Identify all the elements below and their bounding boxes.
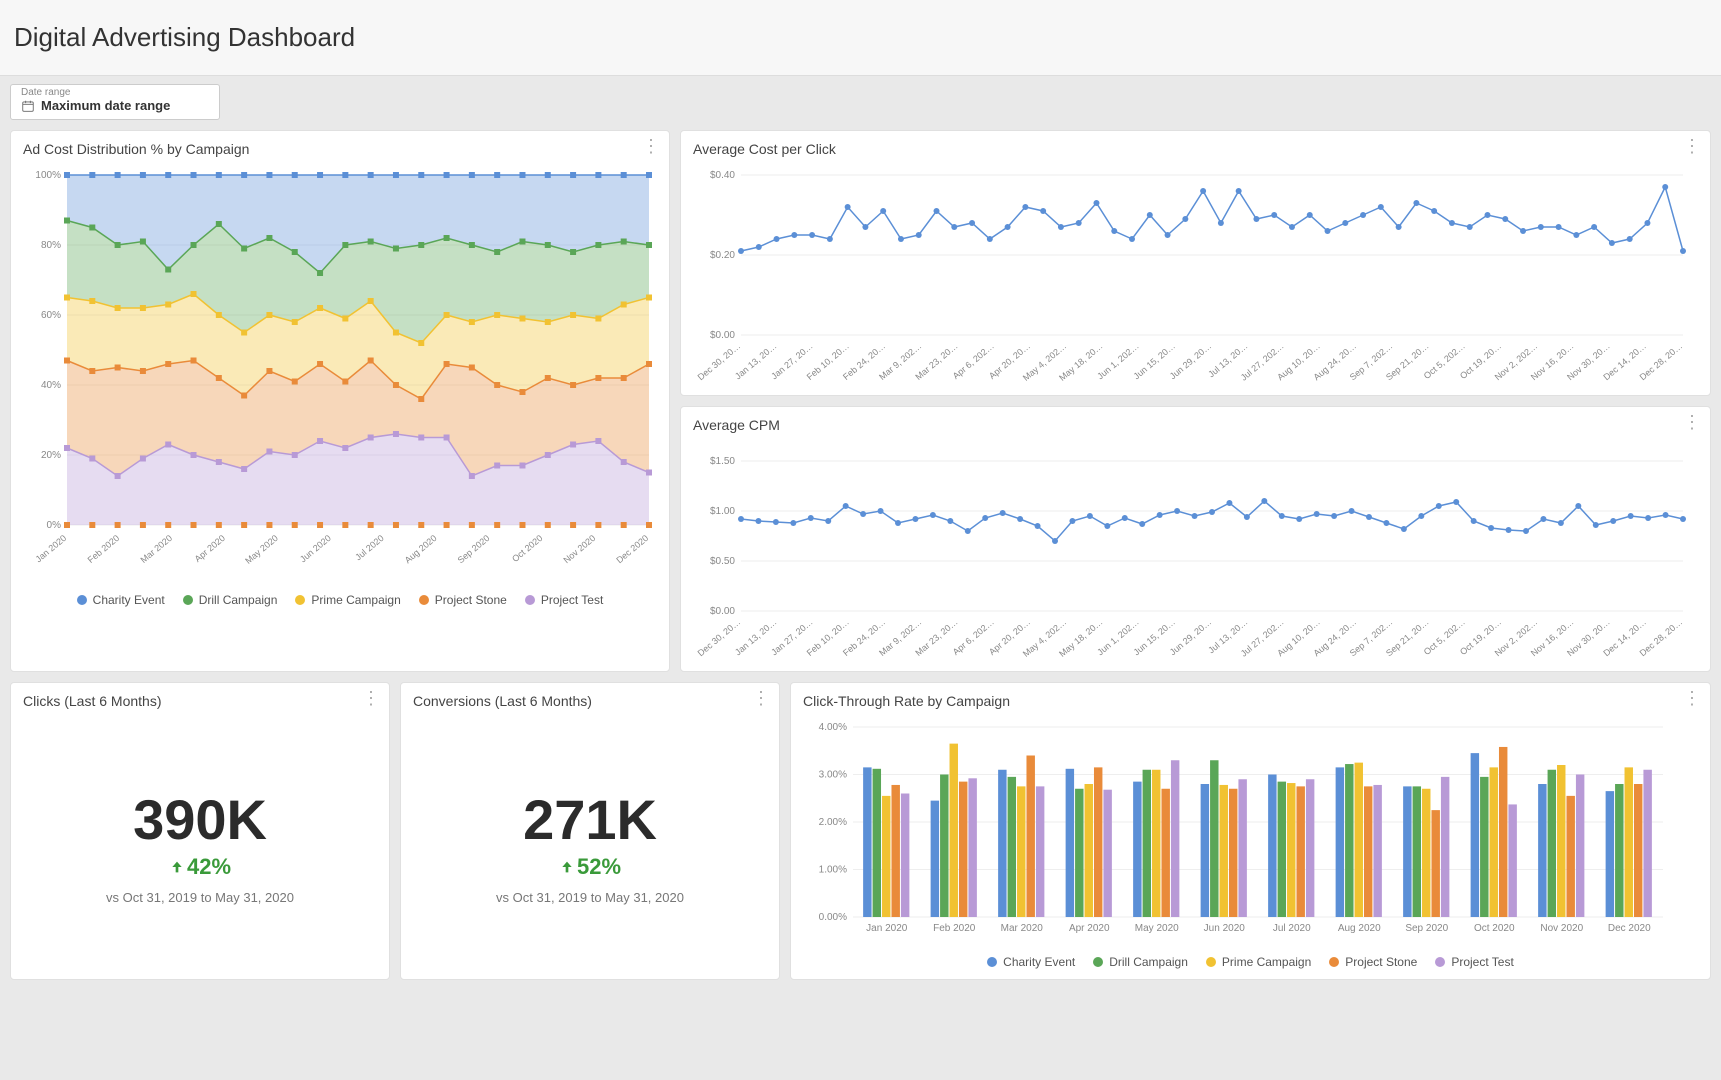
card-conversions: ⋮ Conversions (Last 6 Months) 271K 52% v… [400, 682, 780, 980]
adcost-chart: 0% 20% 40% 60% 80% 100% Jan 2020 Feb 2020 Mar 20… [23, 165, 659, 585]
ctr-chart: 0.00% 1.00% 2.00% 3.00% 4.00% Jan 2020 Feb 202… [803, 717, 1673, 947]
arrow-up-icon [559, 859, 575, 875]
svg-text:Jun 2020: Jun 2020 [298, 533, 333, 564]
svg-text:Nov 2020: Nov 2020 [1540, 923, 1583, 934]
calendar-icon [21, 99, 35, 113]
svg-text:1.00%: 1.00% [819, 865, 847, 876]
svg-text:Mar 2020: Mar 2020 [1001, 923, 1044, 934]
cpm-chart: $0.00$0.50$1.00$1.50Dec 30, 20…Jan 13, 2… [693, 441, 1693, 661]
svg-text:$1.50: $1.50 [710, 456, 735, 467]
clicks-value: 390K [23, 787, 377, 852]
svg-text:$1.00: $1.00 [710, 506, 735, 517]
legend-item[interactable]: Project Stone [1329, 955, 1417, 969]
clicks-compare: vs Oct 31, 2019 to May 31, 2020 [23, 890, 377, 905]
svg-text:Sep 2020: Sep 2020 [1405, 923, 1448, 934]
svg-text:$0.20: $0.20 [710, 250, 735, 261]
svg-text:Sep 2020: Sep 2020 [456, 533, 492, 565]
kebab-icon[interactable]: ⋮ [1683, 141, 1700, 151]
legend-item[interactable]: Drill Campaign [183, 593, 278, 607]
card-cpc: ⋮ Average Cost per Click $0.00 $0.20 $0.40… [680, 130, 1711, 396]
kebab-icon[interactable]: ⋮ [1683, 693, 1700, 703]
card-ctr: ⋮ Click-Through Rate by Campaign 0.00% 1.… [790, 682, 1711, 980]
kebab-icon[interactable]: ⋮ [642, 141, 659, 151]
svg-text:Nov 2020: Nov 2020 [561, 533, 597, 565]
svg-text:Mar 2020: Mar 2020 [139, 533, 175, 565]
ctr-legend: Charity Event Drill Campaign Prime Campaig… [803, 955, 1698, 969]
svg-text:Feb 2020: Feb 2020 [933, 923, 976, 934]
svg-text:2.00%: 2.00% [819, 817, 847, 828]
svg-text:0%: 0% [47, 520, 62, 531]
svg-text:20%: 20% [41, 450, 61, 461]
date-range-picker[interactable]: Date range Maximum date range [10, 84, 220, 120]
card-cpm: ⋮ Average CPM $0.00$0.50$1.00$1.50Dec 30… [680, 406, 1711, 672]
legend-item[interactable]: Charity Event [77, 593, 165, 607]
svg-text:Aug 2020: Aug 2020 [1338, 923, 1381, 934]
date-range-value: Maximum date range [41, 98, 170, 113]
svg-text:Jul 2020: Jul 2020 [353, 533, 385, 563]
date-range-label: Date range [21, 85, 209, 98]
cpc-title: Average Cost per Click [693, 141, 1698, 157]
kebab-icon[interactable]: ⋮ [752, 693, 769, 703]
svg-text:60%: 60% [41, 310, 61, 321]
svg-text:40%: 40% [41, 380, 61, 391]
clicks-title: Clicks (Last 6 Months) [23, 693, 377, 709]
conversions-title: Conversions (Last 6 Months) [413, 693, 767, 709]
cpm-title: Average CPM [693, 417, 1698, 433]
legend-item[interactable]: Prime Campaign [1206, 955, 1311, 969]
page-title: Digital Advertising Dashboard [0, 0, 1721, 76]
card-clicks: ⋮ Clicks (Last 6 Months) 390K 42% vs Oct… [10, 682, 390, 980]
kebab-icon[interactable]: ⋮ [1683, 417, 1700, 427]
svg-text:May 2020: May 2020 [243, 533, 280, 566]
ctr-title: Click-Through Rate by Campaign [803, 693, 1698, 709]
svg-text:Feb 2020: Feb 2020 [86, 533, 122, 565]
svg-text:Apr 2020: Apr 2020 [1069, 923, 1110, 934]
svg-text:$0.40: $0.40 [710, 170, 735, 181]
svg-text:3.00%: 3.00% [819, 770, 847, 781]
svg-text:Jun 2020: Jun 2020 [1204, 923, 1246, 934]
arrow-up-icon [169, 859, 185, 875]
svg-text:$0.00: $0.00 [710, 330, 735, 341]
clicks-delta: 42% [23, 854, 377, 880]
conversions-compare: vs Oct 31, 2019 to May 31, 2020 [413, 890, 767, 905]
card-adcost: ⋮ Ad Cost Distribution % by Campaign 0% 2… [10, 130, 670, 672]
svg-text:4.00%: 4.00% [819, 722, 847, 733]
svg-text:Oct 2020: Oct 2020 [1474, 923, 1515, 934]
svg-text:$0.00: $0.00 [710, 606, 735, 617]
svg-text:Dec 2020: Dec 2020 [1608, 923, 1651, 934]
svg-text:Jul 2020: Jul 2020 [1273, 923, 1311, 934]
svg-text:May 2020: May 2020 [1135, 923, 1179, 934]
svg-text:Aug 2020: Aug 2020 [403, 533, 439, 565]
legend-item[interactable]: Project Test [1435, 955, 1513, 969]
adcost-title: Ad Cost Distribution % by Campaign [23, 141, 657, 157]
legend-item[interactable]: Prime Campaign [295, 593, 400, 607]
svg-text:100%: 100% [35, 170, 61, 181]
cpc-chart: $0.00$0.20$0.40Dec 30, 20…Jan 13, 20…Jan… [693, 165, 1693, 385]
conversions-delta: 52% [413, 854, 767, 880]
legend-item[interactable]: Charity Event [987, 955, 1075, 969]
svg-text:Dec 2020: Dec 2020 [614, 533, 650, 565]
conversions-value: 271K [413, 787, 767, 852]
svg-text:Apr 2020: Apr 2020 [193, 533, 227, 564]
svg-text:0.00%: 0.00% [819, 912, 847, 923]
svg-text:80%: 80% [41, 240, 61, 251]
svg-text:Jan 2020: Jan 2020 [866, 923, 908, 934]
svg-text:Oct 2020: Oct 2020 [510, 533, 544, 564]
legend-item[interactable]: Drill Campaign [1093, 955, 1188, 969]
kebab-icon[interactable]: ⋮ [362, 693, 379, 703]
legend-item[interactable]: Project Stone [419, 593, 507, 607]
legend-item[interactable]: Project Test [525, 593, 603, 607]
svg-text:Jan 2020: Jan 2020 [33, 533, 68, 564]
toolbar: Date range Maximum date range [0, 76, 1721, 130]
svg-text:$0.50: $0.50 [710, 556, 735, 567]
adcost-legend: Charity Event Drill Campaign Prime Campaig… [23, 593, 657, 607]
